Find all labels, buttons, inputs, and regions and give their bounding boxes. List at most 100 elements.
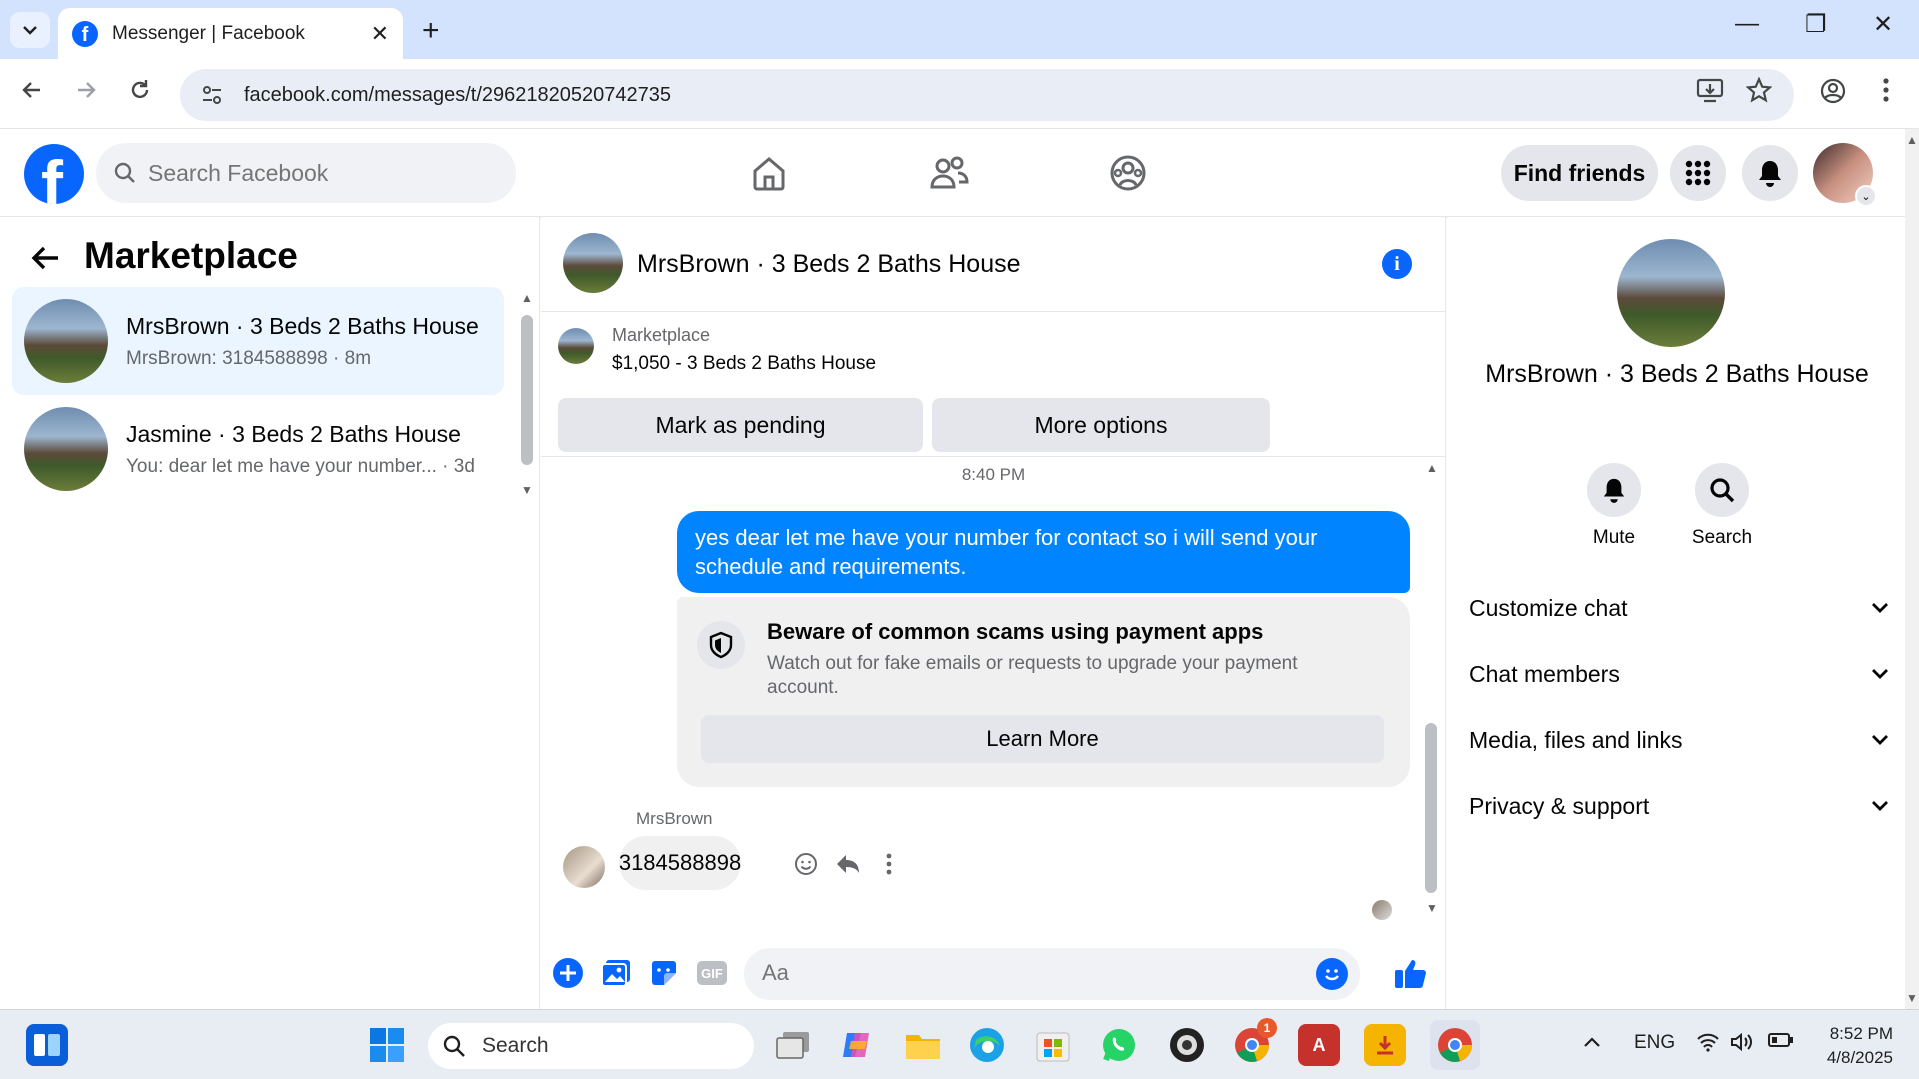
profile-icon[interactable] (1819, 77, 1847, 112)
reply-icon[interactable] (833, 849, 863, 879)
section-label: Chat members (1469, 660, 1620, 687)
message-input[interactable] (762, 960, 1282, 986)
widgets-icon[interactable] (26, 1024, 68, 1066)
browser-tab[interactable]: f Messenger | Facebook ✕ (58, 8, 403, 59)
mark-as-pending-button[interactable]: Mark as pending (558, 398, 923, 452)
friends-nav-icon[interactable] (927, 151, 971, 195)
chrome-active-window-icon[interactable] (1430, 1020, 1480, 1070)
gif-icon[interactable]: GIF (694, 955, 730, 991)
tab-search-menu-button[interactable] (10, 12, 50, 48)
media-files-links-section[interactable]: Media, files and links (1469, 715, 1889, 765)
clock-date: 4/8/2025 (1826, 1048, 1893, 1067)
scroll-down-arrow-icon[interactable]: ▼ (1426, 901, 1438, 915)
kebab-menu-icon[interactable] (1882, 77, 1890, 110)
listing-thumbnail (24, 407, 108, 491)
mute-label: Mute (1592, 527, 1636, 548)
taskbar-search[interactable]: Search (428, 1023, 754, 1069)
info-icon[interactable]: i (1382, 249, 1412, 279)
add-plus-icon[interactable] (550, 955, 586, 991)
site-info-icon[interactable] (198, 81, 226, 109)
file-explorer-icon[interactable] (902, 1024, 944, 1066)
account-chevron-icon: ⌄ (1855, 185, 1877, 207)
more-actions-icon[interactable] (874, 849, 904, 879)
outgoing-message[interactable]: yes dear let me have your number for con… (677, 511, 1410, 593)
account-avatar[interactable]: ⌄ (1813, 143, 1877, 207)
message-timestamp: 8:40 PM (961, 465, 1026, 484)
downloads-app-icon[interactable] (1364, 1024, 1406, 1066)
close-window-button[interactable]: ✕ (1873, 10, 1893, 39)
find-friends-button[interactable]: Find friends (1501, 145, 1658, 201)
edge-browser-icon[interactable] (966, 1024, 1008, 1066)
page-scrollbar[interactable]: ▲ ▼ (1905, 129, 1919, 1009)
language-indicator[interactable]: ENG (1634, 1032, 1675, 1054)
contact-avatar[interactable] (1617, 239, 1725, 347)
scroll-down-arrow-icon[interactable]: ▼ (521, 483, 533, 497)
notifications-button[interactable] (1742, 145, 1798, 201)
minimize-window-button[interactable]: — (1735, 10, 1759, 38)
volume-icon[interactable] (1730, 1032, 1754, 1058)
attach-photo-icon[interactable] (598, 955, 634, 991)
chat-members-section[interactable]: Chat members (1469, 649, 1889, 699)
reload-button[interactable] (128, 77, 152, 109)
chat-title[interactable]: MrsBrown · 3 Beds 2 Baths House (637, 250, 1021, 279)
back-button[interactable] (20, 77, 44, 109)
conversation-scrollbar[interactable] (521, 315, 533, 465)
url-text: facebook.com/messages/t/2962182052074273… (244, 83, 671, 106)
clock-time: 8:52 PM (1829, 1024, 1893, 1043)
task-view-icon[interactable] (772, 1024, 814, 1066)
privacy-support-section[interactable]: Privacy & support (1469, 781, 1889, 831)
more-options-button[interactable]: More options (932, 398, 1270, 452)
copilot-icon[interactable] (836, 1024, 878, 1066)
conversation-item[interactable]: Jasmine · 3 Beds 2 Baths House You: dear… (12, 395, 504, 503)
back-arrow-icon[interactable] (30, 241, 60, 280)
listing-price-title[interactable]: $1,050 - 3 Beds 2 Baths House (612, 353, 876, 375)
sender-name: MrsBrown (636, 809, 713, 828)
battery-icon[interactable] (1768, 1032, 1794, 1054)
learn-more-button[interactable]: Learn More (701, 715, 1384, 763)
incoming-message[interactable]: 3184588898 (619, 836, 741, 890)
access-app-icon[interactable]: A (1298, 1024, 1340, 1066)
scroll-up-arrow-icon[interactable]: ▲ (1426, 461, 1438, 475)
react-emoji-icon[interactable] (791, 849, 821, 879)
bookmark-star-icon[interactable] (1745, 76, 1773, 110)
install-app-icon[interactable] (1696, 77, 1724, 110)
groups-nav-icon[interactable] (1106, 151, 1150, 195)
facebook-search[interactable] (96, 143, 516, 203)
start-windows-icon[interactable] (366, 1024, 408, 1066)
facebook-search-input[interactable] (148, 159, 468, 187)
listing-thumbnail (24, 299, 108, 383)
microsoft-store-icon[interactable] (1032, 1024, 1074, 1066)
mute-button[interactable]: Mute (1574, 463, 1654, 549)
chat-avatar[interactable] (563, 233, 623, 293)
conversation-item[interactable]: MrsBrown · 3 Beds 2 Baths House MrsBrown… (12, 287, 504, 395)
wifi-icon[interactable] (1696, 1032, 1720, 1058)
listing-thumbnail[interactable] (558, 328, 594, 364)
message-input-field[interactable] (744, 948, 1360, 1000)
home-nav-icon[interactable] (747, 151, 791, 195)
chevron-down-icon (1872, 669, 1888, 679)
sticker-icon[interactable] (646, 955, 682, 991)
camera-app-icon[interactable] (1166, 1024, 1208, 1066)
customize-chat-section[interactable]: Customize chat (1469, 583, 1889, 633)
message-scrollbar[interactable] (1425, 723, 1437, 893)
search-in-chat-button[interactable]: Search (1682, 463, 1762, 549)
chrome-icon[interactable]: 1 (1231, 1018, 1277, 1066)
scroll-up-arrow-icon[interactable]: ▲ (521, 291, 533, 305)
chat-header: MrsBrown · 3 Beds 2 Baths House i (541, 217, 1446, 312)
forward-button[interactable] (74, 77, 98, 109)
address-bar[interactable]: facebook.com/messages/t/2962182052074273… (180, 69, 1794, 121)
sender-avatar[interactable] (563, 846, 605, 888)
new-tab-button[interactable]: + (422, 14, 440, 48)
scroll-down-arrow-icon[interactable]: ▼ (1906, 991, 1918, 1005)
menu-grid-button[interactable] (1670, 145, 1726, 201)
scroll-up-arrow-icon[interactable]: ▲ (1906, 133, 1918, 147)
whatsapp-icon[interactable] (1098, 1024, 1140, 1066)
facebook-logo-icon[interactable]: f (24, 144, 84, 204)
close-tab-icon[interactable]: ✕ (371, 21, 389, 47)
system-clock[interactable]: 8:52 PM 4/8/2025 (1818, 1022, 1893, 1070)
emoji-icon[interactable] (1316, 958, 1348, 990)
restore-window-button[interactable]: ❐ (1805, 10, 1827, 39)
thumbs-up-icon[interactable] (1393, 955, 1429, 991)
panel-title: Marketplace (84, 235, 298, 276)
tray-overflow-chevron-icon[interactable] (1583, 1032, 1601, 1054)
